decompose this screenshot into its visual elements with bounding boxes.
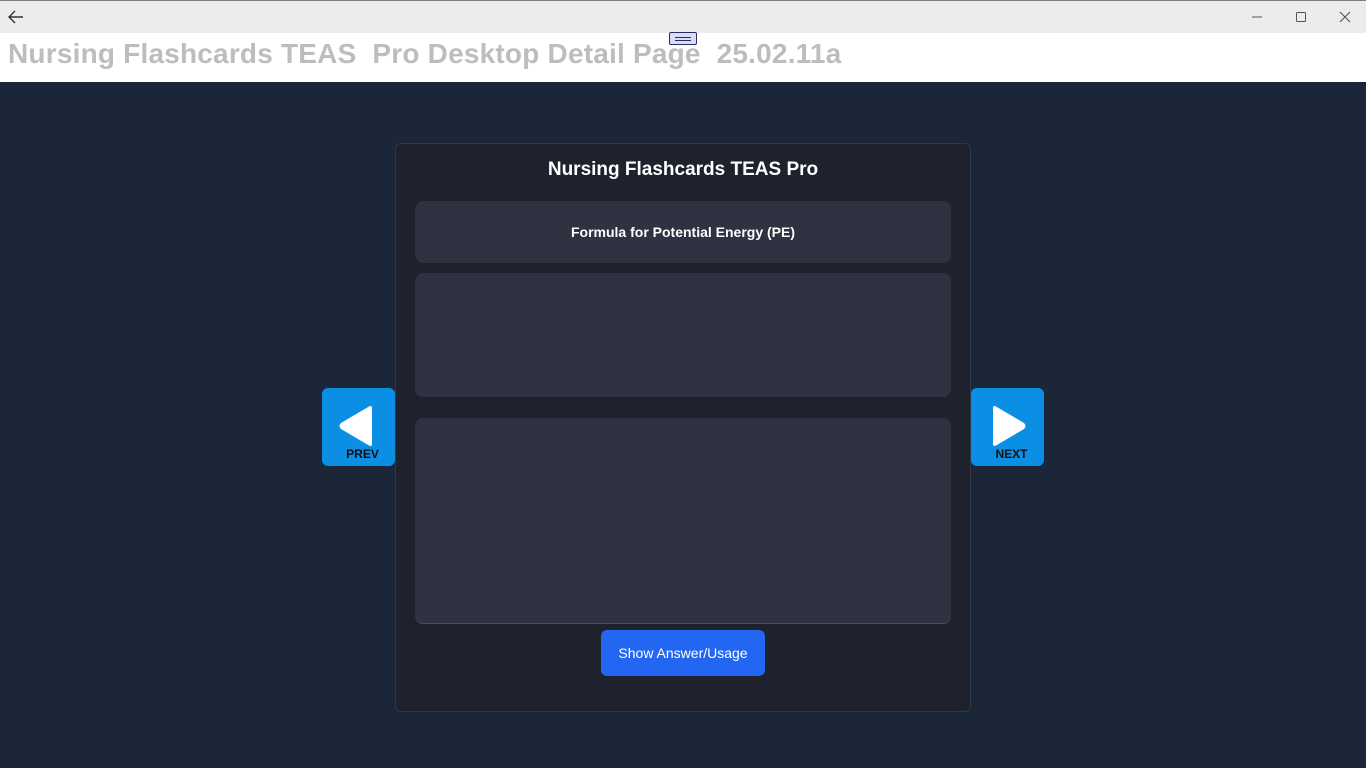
question-text: Formula for Potential Energy (PE) [570, 224, 796, 240]
flashcard-panel: Nursing Flashcards TEAS Pro Formula for … [395, 143, 971, 712]
next-button[interactable]: NEXT [971, 388, 1044, 466]
back-arrow-icon[interactable] [4, 5, 28, 29]
minimize-icon[interactable] [1243, 5, 1271, 29]
right-triangle-icon [993, 406, 1026, 446]
flashcard-panel-title: Nursing Flashcards TEAS Pro [547, 159, 819, 180]
prev-button[interactable]: PREV [322, 388, 395, 466]
question-card: Formula for Potential Energy (PE) [415, 201, 951, 263]
next-label: NEXT [995, 447, 1028, 461]
maximize-icon[interactable] [1287, 5, 1315, 29]
page-title: Nursing Flashcards TEAS Pro Desktop Deta… [8, 38, 842, 69]
show-answer-button[interactable]: Show Answer/Usage [601, 630, 765, 676]
prev-label: PREV [346, 447, 379, 461]
answer-card [415, 418, 951, 624]
close-icon[interactable] [1331, 5, 1359, 29]
drag-handle-icon[interactable] [669, 32, 697, 45]
window-title-bar [0, 0, 1366, 33]
left-triangle-icon [339, 406, 372, 446]
detail-card [415, 273, 951, 397]
